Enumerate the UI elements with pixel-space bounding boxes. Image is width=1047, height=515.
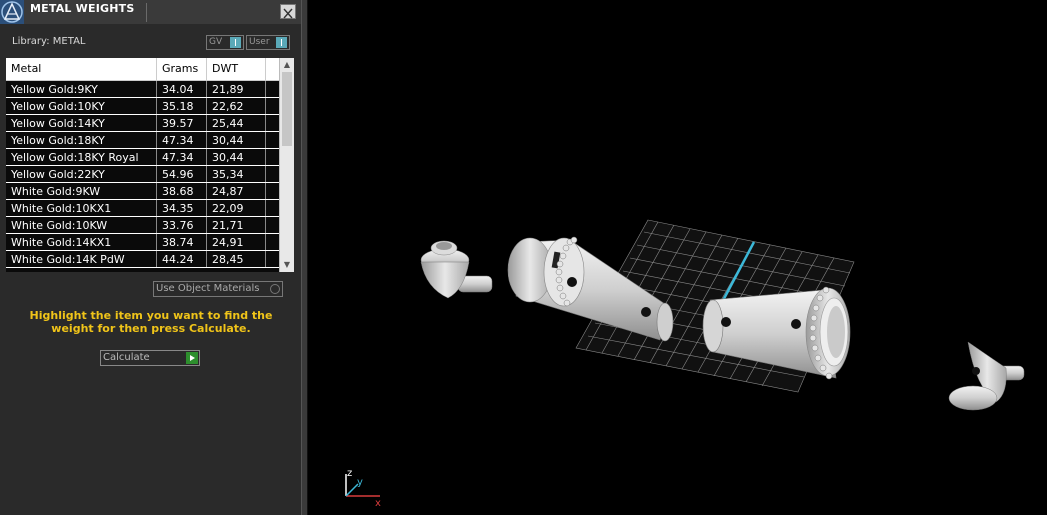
axis-label-x: x bbox=[375, 498, 381, 509]
panel-splitter[interactable] bbox=[301, 0, 308, 515]
dwt-cell: 25,44 bbox=[207, 115, 266, 132]
grams-cell: 47.34 bbox=[157, 132, 207, 149]
metal-cell: White Gold:10KW bbox=[6, 217, 157, 234]
dwt-cell: 35,34 bbox=[207, 166, 266, 183]
table-row[interactable]: Yellow Gold:18KY 47.34 30,44 bbox=[6, 132, 279, 149]
row-divider bbox=[6, 267, 279, 268]
row-divider bbox=[6, 216, 279, 217]
table-row[interactable]: White Gold:9KW 38.68 24,87 bbox=[6, 183, 279, 200]
grams-cell: 44.24 bbox=[157, 251, 207, 268]
metal-cell: Yellow Gold:22KY bbox=[6, 166, 157, 183]
dwt-cell: 21,71 bbox=[207, 217, 266, 234]
instruction-text: Highlight the item you want to find the … bbox=[29, 309, 273, 335]
table-row[interactable]: Yellow Gold:18KY Royal 47.34 30,44 bbox=[6, 149, 279, 166]
dwt-cell: 24,87 bbox=[207, 183, 266, 200]
use-object-materials-label: Use Object Materials bbox=[156, 283, 260, 294]
calculate-button[interactable]: Calculate bbox=[100, 350, 200, 366]
row-divider bbox=[6, 165, 279, 166]
gv-toggle-label: GV bbox=[209, 37, 223, 47]
grams-cell: 34.04 bbox=[157, 81, 207, 98]
axis-label-z: z bbox=[347, 468, 352, 479]
cone-cap-right bbox=[948, 341, 1025, 411]
table-header: Metal Grams DWT bbox=[6, 58, 279, 81]
grams-cell: 33.76 bbox=[157, 217, 207, 234]
panel-title: METAL WEIGHTS bbox=[30, 2, 135, 15]
radio-icon bbox=[270, 284, 280, 294]
axis-label-y: y bbox=[357, 477, 363, 488]
user-toggle-label: User bbox=[249, 37, 270, 47]
gv-toggle[interactable]: GV bbox=[206, 35, 244, 50]
scroll-down-icon[interactable]: ▼ bbox=[282, 260, 292, 270]
metal-cell: Yellow Gold:10KY bbox=[6, 98, 157, 115]
row-divider bbox=[6, 250, 279, 251]
table-row[interactable]: Yellow Gold:9KY 34.04 21,89 bbox=[6, 81, 279, 98]
row-divider bbox=[6, 199, 279, 200]
use-object-materials-toggle[interactable]: Use Object Materials bbox=[153, 281, 283, 297]
grams-cell: 38.74 bbox=[157, 234, 207, 251]
library-label: Library: METAL bbox=[12, 36, 86, 47]
metal-cell: Yellow Gold:18KY bbox=[6, 132, 157, 149]
metal-cell: White Gold:14KX1 bbox=[6, 234, 157, 251]
play-icon bbox=[186, 352, 198, 364]
column-header-metal[interactable]: Metal bbox=[6, 58, 157, 80]
metal-table: Metal Grams DWT Yellow Gold:9KY 34.04 21… bbox=[6, 58, 294, 272]
scroll-thumb[interactable] bbox=[282, 72, 292, 146]
dwt-cell: 28,45 bbox=[207, 251, 266, 268]
metal-cell: Yellow Gold:9KY bbox=[6, 81, 157, 98]
metal-cell: White Gold:14K PdW bbox=[6, 251, 157, 268]
dwt-cell: 22,62 bbox=[207, 98, 266, 115]
row-divider bbox=[6, 97, 279, 98]
table-row[interactable]: Yellow Gold:22KY 54.96 35,34 bbox=[6, 166, 279, 183]
table-row[interactable]: White Gold:14K PdW 44.24 28,45 bbox=[6, 251, 279, 268]
grams-cell: 39.57 bbox=[157, 115, 207, 132]
table-row[interactable]: White Gold:14KX1 38.74 24,91 bbox=[6, 234, 279, 251]
grams-cell: 34.35 bbox=[157, 200, 207, 217]
toggle-knob-icon bbox=[230, 37, 241, 48]
metal-cell: White Gold:10KX1 bbox=[6, 200, 157, 217]
app-logo-icon bbox=[0, 0, 24, 24]
user-toggle[interactable]: User bbox=[246, 35, 290, 50]
metal-weights-panel: METAL WEIGHTS Library: METAL GV User Met… bbox=[0, 0, 301, 515]
grams-cell: 47.34 bbox=[157, 149, 207, 166]
row-divider bbox=[6, 131, 279, 132]
row-divider bbox=[6, 233, 279, 234]
dwt-cell: 22,09 bbox=[207, 200, 266, 217]
close-button[interactable] bbox=[280, 4, 296, 19]
scroll-up-icon[interactable]: ▲ bbox=[282, 60, 292, 70]
metal-cell: White Gold:9KW bbox=[6, 183, 157, 200]
dwt-cell: 30,44 bbox=[207, 149, 266, 166]
dwt-cell: 21,89 bbox=[207, 81, 266, 98]
table-row[interactable]: Yellow Gold:14KY 39.57 25,44 bbox=[6, 115, 279, 132]
panel-titlebar: METAL WEIGHTS bbox=[0, 0, 301, 24]
metal-cell: Yellow Gold:14KY bbox=[6, 115, 157, 132]
close-icon bbox=[283, 8, 293, 19]
axis-gizmo: x z y bbox=[345, 468, 381, 509]
metal-cell: Yellow Gold:18KY Royal bbox=[6, 149, 157, 166]
table-row-partial[interactable] bbox=[6, 268, 279, 272]
viewport-scene: x z y bbox=[345, 219, 1025, 509]
cone-cap-left bbox=[420, 240, 493, 299]
column-header-grams[interactable]: Grams bbox=[157, 58, 207, 80]
row-divider bbox=[6, 148, 279, 149]
table-row[interactable]: Yellow Gold:10KY 35.18 22,62 bbox=[6, 98, 279, 115]
grams-cell: 38.68 bbox=[157, 183, 207, 200]
row-divider bbox=[6, 182, 279, 183]
table-scrollbar[interactable]: ▲ ▼ bbox=[279, 58, 294, 272]
title-divider bbox=[146, 3, 147, 22]
table-row[interactable]: White Gold:10KX1 34.35 22,09 bbox=[6, 200, 279, 217]
table-row[interactable]: White Gold:10KW 33.76 21,71 bbox=[6, 217, 279, 234]
dwt-cell: 24,91 bbox=[207, 234, 266, 251]
dwt-cell: 30,44 bbox=[207, 132, 266, 149]
column-header-dwt[interactable]: DWT bbox=[207, 58, 266, 80]
calculate-label: Calculate bbox=[103, 352, 150, 363]
grams-cell: 54.96 bbox=[157, 166, 207, 183]
toggle-knob-icon bbox=[276, 37, 287, 48]
3d-viewport[interactable]: x z y bbox=[308, 0, 1047, 515]
row-divider bbox=[6, 114, 279, 115]
grams-cell: 35.18 bbox=[157, 98, 207, 115]
